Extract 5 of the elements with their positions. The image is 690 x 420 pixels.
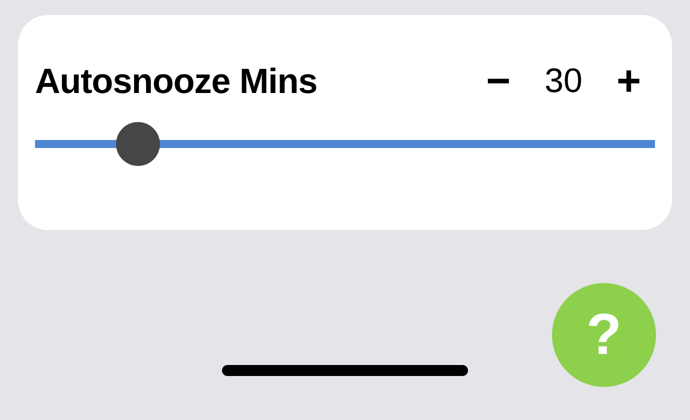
setting-label: Autosnooze Mins <box>35 64 318 98</box>
increment-button[interactable]: + <box>616 60 641 102</box>
value-text: 30 <box>544 64 582 98</box>
slider-thumb[interactable] <box>116 122 160 166</box>
decrement-button[interactable]: − <box>486 60 511 102</box>
